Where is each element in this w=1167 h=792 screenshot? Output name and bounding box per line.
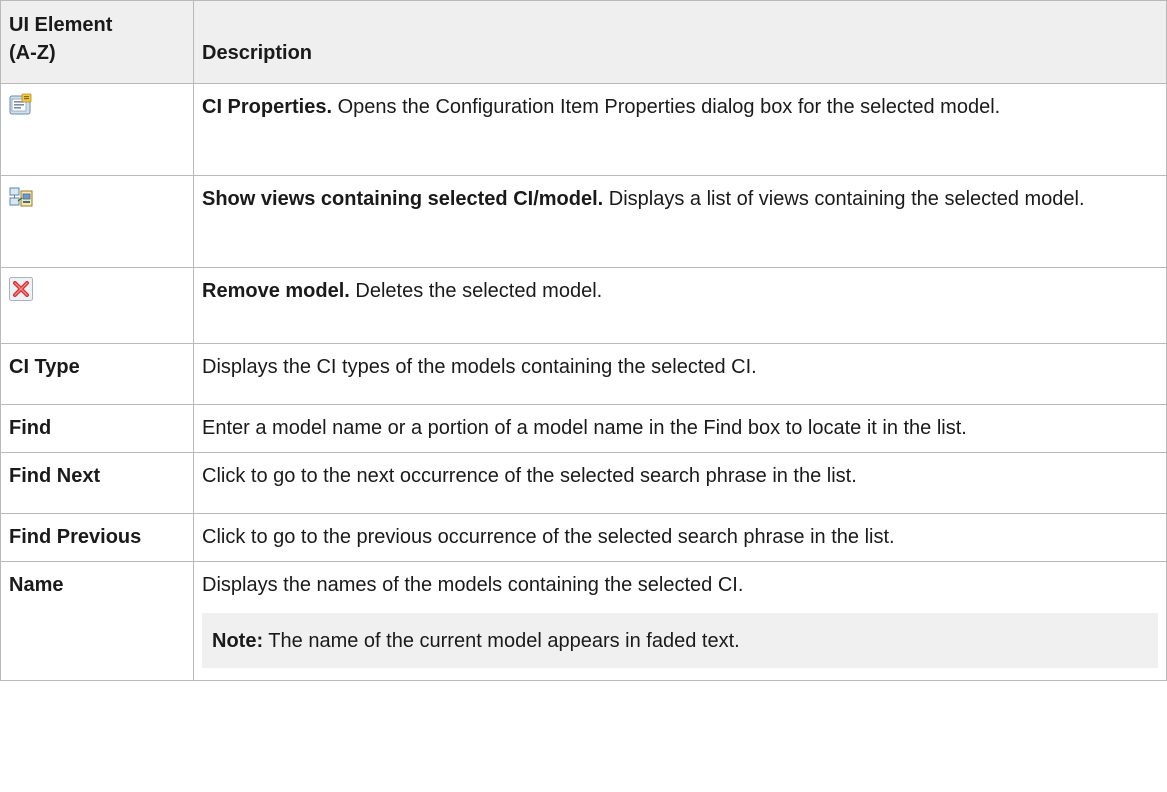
row-element-cell xyxy=(0,83,194,176)
table-row: Find Previous Click to go to the previou… xyxy=(0,513,1167,562)
row-element-cell: Find xyxy=(0,404,194,453)
row-description-cell: Displays the names of the models contain… xyxy=(193,561,1167,681)
table-row: Show views containing selected CI/model.… xyxy=(0,175,1167,268)
table-row: Find Enter a model name or a portion of … xyxy=(0,404,1167,453)
remove-model-icon xyxy=(9,277,185,301)
description-text: Deletes the selected model. xyxy=(349,280,603,302)
note-box: Note: The name of the current model appe… xyxy=(202,613,1158,668)
row-element-cell: Find Next xyxy=(0,452,194,514)
row-description-cell: Enter a model name or a portion of a mod… xyxy=(193,404,1167,453)
description-bold: CI Properties. xyxy=(202,96,333,118)
show-views-icon xyxy=(9,185,185,209)
row-description-cell: Click to go to the previous occurrence o… xyxy=(193,513,1167,562)
description-bold: Remove model. xyxy=(202,280,350,302)
description-text: Displays a list of views containing the … xyxy=(603,188,1085,210)
row-description-cell: Click to go to the next occurrence of th… xyxy=(193,452,1167,514)
row-element-cell xyxy=(0,175,194,268)
table-row: CI Type Displays the CI types of the mod… xyxy=(0,343,1167,405)
table-header-row: UI Element (A-Z) Description xyxy=(0,0,1167,84)
header-description: Description xyxy=(193,0,1167,84)
header-ui-element: UI Element (A-Z) xyxy=(0,0,194,84)
row-element-cell: CI Type xyxy=(0,343,194,405)
ui-elements-table: UI Element (A-Z) Description CI Properti… xyxy=(0,0,1167,681)
row-description-cell: Show views containing selected CI/model.… xyxy=(193,175,1167,268)
note-text: The name of the current model appears in… xyxy=(263,630,740,652)
header-ui-element-line1: UI Element xyxy=(9,14,113,36)
table-row: Find Next Click to go to the next occurr… xyxy=(0,452,1167,514)
row-description-cell: Remove model. Deletes the selected model… xyxy=(193,267,1167,344)
row-element-cell: Find Previous xyxy=(0,513,194,562)
table-row: CI Properties. Opens the Configuration I… xyxy=(0,83,1167,176)
note-label: Note: xyxy=(212,630,264,652)
description-text: Displays the names of the models contain… xyxy=(202,574,744,596)
row-description-cell: CI Properties. Opens the Configuration I… xyxy=(193,83,1167,176)
description-text: Opens the Configuration Item Properties … xyxy=(332,96,1001,118)
row-description-cell: Displays the CI types of the models cont… xyxy=(193,343,1167,405)
row-element-cell xyxy=(0,267,194,344)
row-element-cell: Name xyxy=(0,561,194,681)
ci-properties-icon xyxy=(9,93,185,117)
table-row: Name Displays the names of the models co… xyxy=(0,561,1167,681)
description-bold: Show views containing selected CI/model. xyxy=(202,188,604,210)
table-row: Remove model. Deletes the selected model… xyxy=(0,267,1167,344)
header-ui-element-line2: (A-Z) xyxy=(9,42,56,64)
